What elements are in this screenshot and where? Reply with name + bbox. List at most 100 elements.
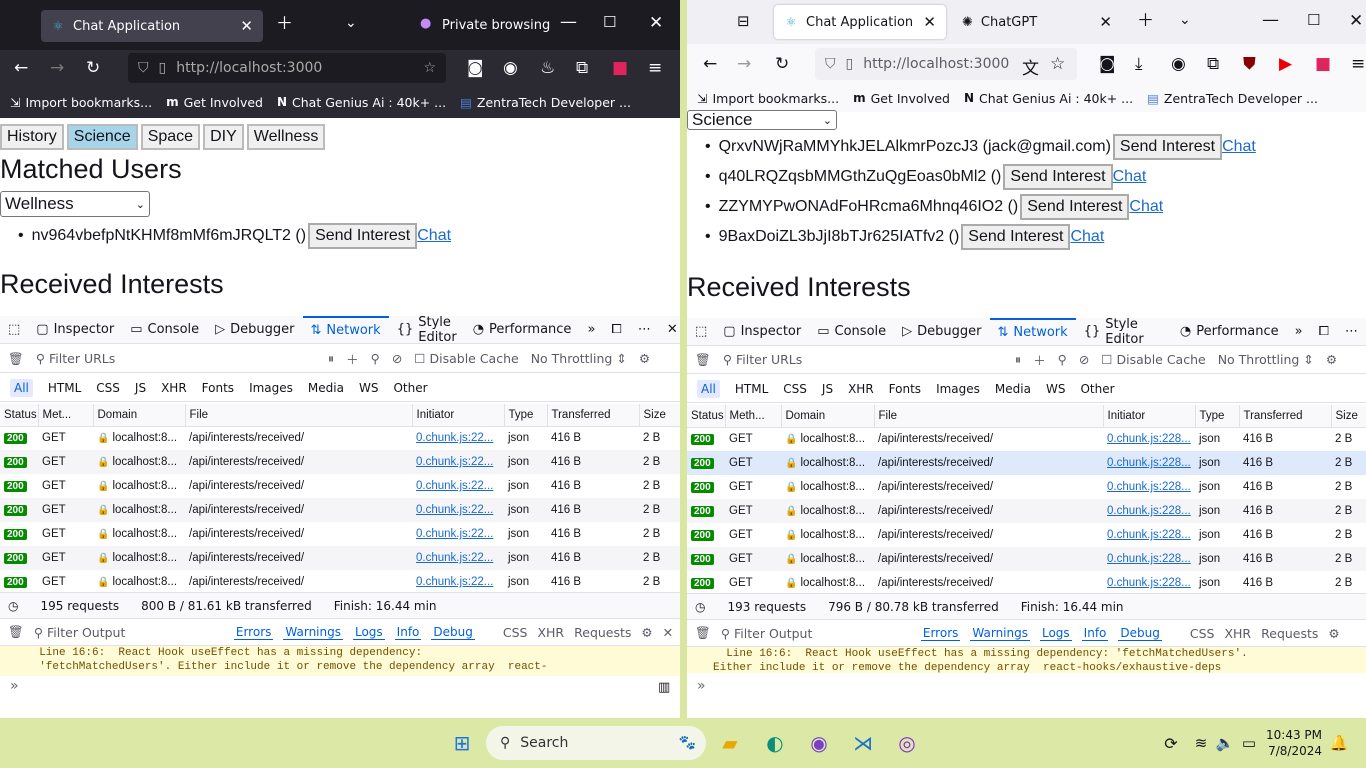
table-row[interactable]: 200 GET 🔒 localhost:8... /api/interests/rece… [687, 427, 1366, 451]
plus-icon[interactable]: ＋ [346, 349, 359, 368]
log-filter-xhr[interactable]: XHR [537, 625, 564, 640]
table-row[interactable]: 200 GET 🔒 localhost:8... /api/interests/rece… [0, 426, 680, 450]
translate-icon[interactable]: 文 [1022, 54, 1039, 79]
settings-gear-icon[interactable]: ⚙ [639, 351, 650, 366]
right-tab-chat-app[interactable]: ⚛ Chat Application ✕ [774, 5, 946, 39]
log-level-debug[interactable]: Debug [431, 625, 475, 640]
close-console-icon[interactable]: ✕ [663, 625, 673, 640]
new-tab-icon[interactable]: ＋ [276, 16, 293, 33]
forward-icon[interactable]: → [737, 54, 751, 74]
bookmark-star-icon[interactable]: ☆ [1050, 54, 1065, 74]
initiator-link[interactable]: 0.chunk.js:22... [416, 432, 493, 444]
split-console-icon[interactable]: ▥ [658, 680, 670, 695]
back-icon[interactable]: ← [703, 54, 717, 74]
send-interest-button[interactable]: Send Interest [1003, 164, 1113, 190]
column-header[interactable]: Status [0, 404, 39, 427]
settings-gear-icon[interactable]: ⚙ [1326, 352, 1337, 367]
reload-icon[interactable]: ↻ [86, 58, 100, 78]
flame-icon[interactable]: ♨ [540, 58, 555, 78]
tab-network[interactable]: ⇅ Network [302, 315, 389, 344]
firefox-private-icon[interactable]: ◎ [892, 728, 922, 758]
adblock-icon[interactable]: ■ [1315, 54, 1331, 74]
column-header[interactable]: Domain [781, 405, 875, 428]
column-header[interactable]: Transferred [1239, 405, 1332, 428]
log-filter-xhr[interactable]: XHR [1224, 626, 1251, 641]
log-level-warnings[interactable]: Warnings [970, 626, 1030, 641]
type-filter-fonts[interactable]: Fonts [889, 382, 921, 396]
log-level-warnings[interactable]: Warnings [283, 625, 343, 640]
filter-urls-input[interactable]: ⚲ Filter URLs [36, 351, 316, 366]
tab-console[interactable]: ▭ Console [122, 316, 207, 344]
chat-link[interactable]: Chat [417, 227, 451, 245]
windows-start-icon[interactable]: ⊞ [447, 728, 477, 758]
left-url-bar[interactable]: ⛉ ▯ http://localhost:3000 ☆ [128, 53, 446, 83]
interest-space[interactable]: Space [140, 124, 201, 150]
pause-icon[interactable]: ⏸ [1015, 352, 1021, 368]
pause-icon[interactable]: ⏸ [328, 351, 334, 367]
column-header[interactable]: File [874, 405, 1104, 428]
log-level-info[interactable]: Info [1081, 626, 1109, 641]
initiator-link[interactable]: 0.chunk.js:228... [1107, 529, 1191, 541]
log-level-debug[interactable]: Debug [1118, 626, 1162, 641]
tab-performance[interactable]: ◔ Performance [1172, 318, 1287, 346]
initiator-link[interactable]: 0.chunk.js:22... [416, 456, 493, 468]
initiator-link[interactable]: 0.chunk.js:228... [1107, 505, 1191, 517]
interest-science[interactable]: Science [66, 124, 138, 150]
table-row[interactable]: 200 GET 🔒 localhost:8... /api/interests/rece… [687, 499, 1366, 523]
bookmark-chat-genius[interactable]: N Chat Genius Ai : 40k+ ... [964, 91, 1133, 106]
interest-diy[interactable]: DIY [203, 124, 244, 150]
menu-icon[interactable]: ≡ [648, 58, 662, 78]
chat-link[interactable]: Chat [1222, 138, 1256, 156]
console-prompt-icon[interactable]: » [10, 678, 19, 694]
extensions-icon[interactable]: ⧉ [1207, 54, 1219, 74]
interest-wellness[interactable]: Wellness [246, 124, 326, 150]
initiator-link[interactable]: 0.chunk.js:228... [1107, 433, 1191, 445]
chat-link[interactable]: Chat [1113, 168, 1147, 186]
right-interest-select[interactable]: Science ⌄ [687, 110, 837, 130]
initiator-link[interactable]: 0.chunk.js:22... [416, 504, 493, 516]
send-interest-button[interactable]: Send Interest [308, 223, 418, 249]
tab-style-editor[interactable]: {} Style Editor [1076, 317, 1172, 347]
close-tab-icon[interactable]: ✕ [923, 13, 936, 31]
search-icon[interactable]: ⚲ [371, 351, 380, 366]
chat-link[interactable]: Chat [1070, 228, 1104, 246]
column-header[interactable]: File [185, 404, 413, 427]
type-filter-ws[interactable]: WS [359, 381, 378, 395]
system-clock[interactable]: 10:43 PM 7/8/2024 [1266, 727, 1322, 759]
close-tab-icon[interactable]: ✕ [1099, 13, 1112, 31]
console-prompt-icon[interactable]: » [697, 678, 706, 694]
tab-performance[interactable]: ◔ Performance [465, 316, 580, 344]
tab-debugger[interactable]: ▷ Debugger [207, 316, 302, 344]
block-icon[interactable]: ⊘ [1079, 352, 1089, 367]
table-row[interactable]: 200 GET 🔒 localhost:8... /api/interests/rece… [0, 450, 680, 474]
type-filter-images[interactable]: Images [936, 382, 980, 396]
plus-icon[interactable]: ＋ [1033, 350, 1046, 369]
minimize-icon[interactable]: — [560, 14, 577, 31]
send-interest-button[interactable]: Send Interest [1020, 194, 1130, 220]
table-row[interactable]: 200 GET 🔒 localhost:8... /api/interests/rece… [687, 475, 1366, 499]
type-filter-xhr[interactable]: XHR [161, 381, 187, 395]
interest-history[interactable]: History [0, 124, 64, 150]
bookmark-chat-genius[interactable]: N Chat Genius Ai : 40k+ ... [277, 95, 446, 110]
back-icon[interactable]: ← [14, 58, 28, 78]
new-tab-icon[interactable]: ＋ [1137, 13, 1154, 30]
chat-link[interactable]: Chat [1129, 198, 1163, 216]
type-filter-css[interactable]: CSS [783, 382, 807, 396]
table-row[interactable]: 200 GET 🔒 localhost:8... /api/interests/rece… [0, 474, 680, 498]
filter-output-input[interactable]: ⚲ Filter Output [34, 625, 224, 640]
column-header[interactable]: Meth... [725, 405, 782, 428]
close-devtools-icon[interactable]: ✕ [659, 316, 680, 344]
console-settings-icon[interactable]: ⚙ [1328, 626, 1339, 641]
dock-icon[interactable]: ⧠ [1311, 318, 1337, 346]
column-header[interactable]: Transferred [547, 404, 640, 427]
type-filter-fonts[interactable]: Fonts [202, 381, 234, 395]
type-filter-ws[interactable]: WS [1046, 382, 1065, 396]
filter-output-input[interactable]: ⚲ Filter Output [721, 626, 911, 641]
type-filter-images[interactable]: Images [249, 381, 293, 395]
trash-icon[interactable]: 🗑 [8, 351, 24, 367]
tab-debugger[interactable]: ▷ Debugger [894, 318, 989, 346]
reload-icon[interactable]: ↻ [775, 54, 789, 74]
column-header[interactable]: Size [639, 404, 680, 427]
bookmark-zentratech[interactable]: ▤ ZentraTech Developer ... [1147, 91, 1318, 106]
table-row[interactable]: 200 GET 🔒 localhost:8... /api/interests/rece… [687, 451, 1366, 475]
